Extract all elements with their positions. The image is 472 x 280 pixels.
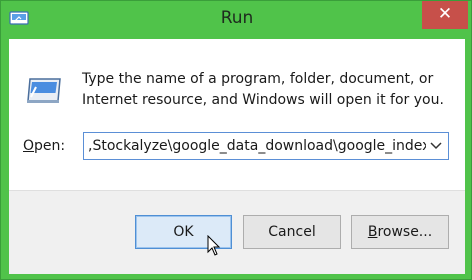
open-input[interactable]: ,Stockalyze\google_data_download\google_… — [88, 133, 426, 159]
window-title: Run — [220, 8, 254, 28]
run-description: Type the name of a program, folder, docu… — [82, 71, 444, 108]
chevron-down-icon[interactable] — [426, 133, 446, 159]
browse-accesskey: B — [367, 224, 378, 240]
open-combobox[interactable]: ,Stockalyze\google_data_download\google_… — [83, 132, 449, 160]
browse-label: rowse... — [377, 224, 433, 240]
title-bar[interactable]: Run ✕ — [1, 1, 472, 39]
browse-button[interactable]: Browse... — [351, 215, 449, 249]
open-label-text: pen: — [34, 138, 66, 154]
close-icon: ✕ — [437, 4, 453, 24]
run-dialog-window: Run ✕ Type the name of a program, folder… — [0, 0, 472, 280]
run-dialog-icon — [24, 71, 64, 105]
open-label-accesskey: O — [23, 138, 35, 154]
dialog-body: Type the name of a program, folder, docu… — [9, 39, 465, 274]
button-bar: OK Cancel Browse... — [9, 190, 465, 274]
open-label: Open: — [23, 138, 65, 154]
cancel-button[interactable]: Cancel — [243, 215, 341, 249]
mouse-pointer-icon — [207, 234, 221, 257]
close-button[interactable]: ✕ — [422, 1, 468, 29]
